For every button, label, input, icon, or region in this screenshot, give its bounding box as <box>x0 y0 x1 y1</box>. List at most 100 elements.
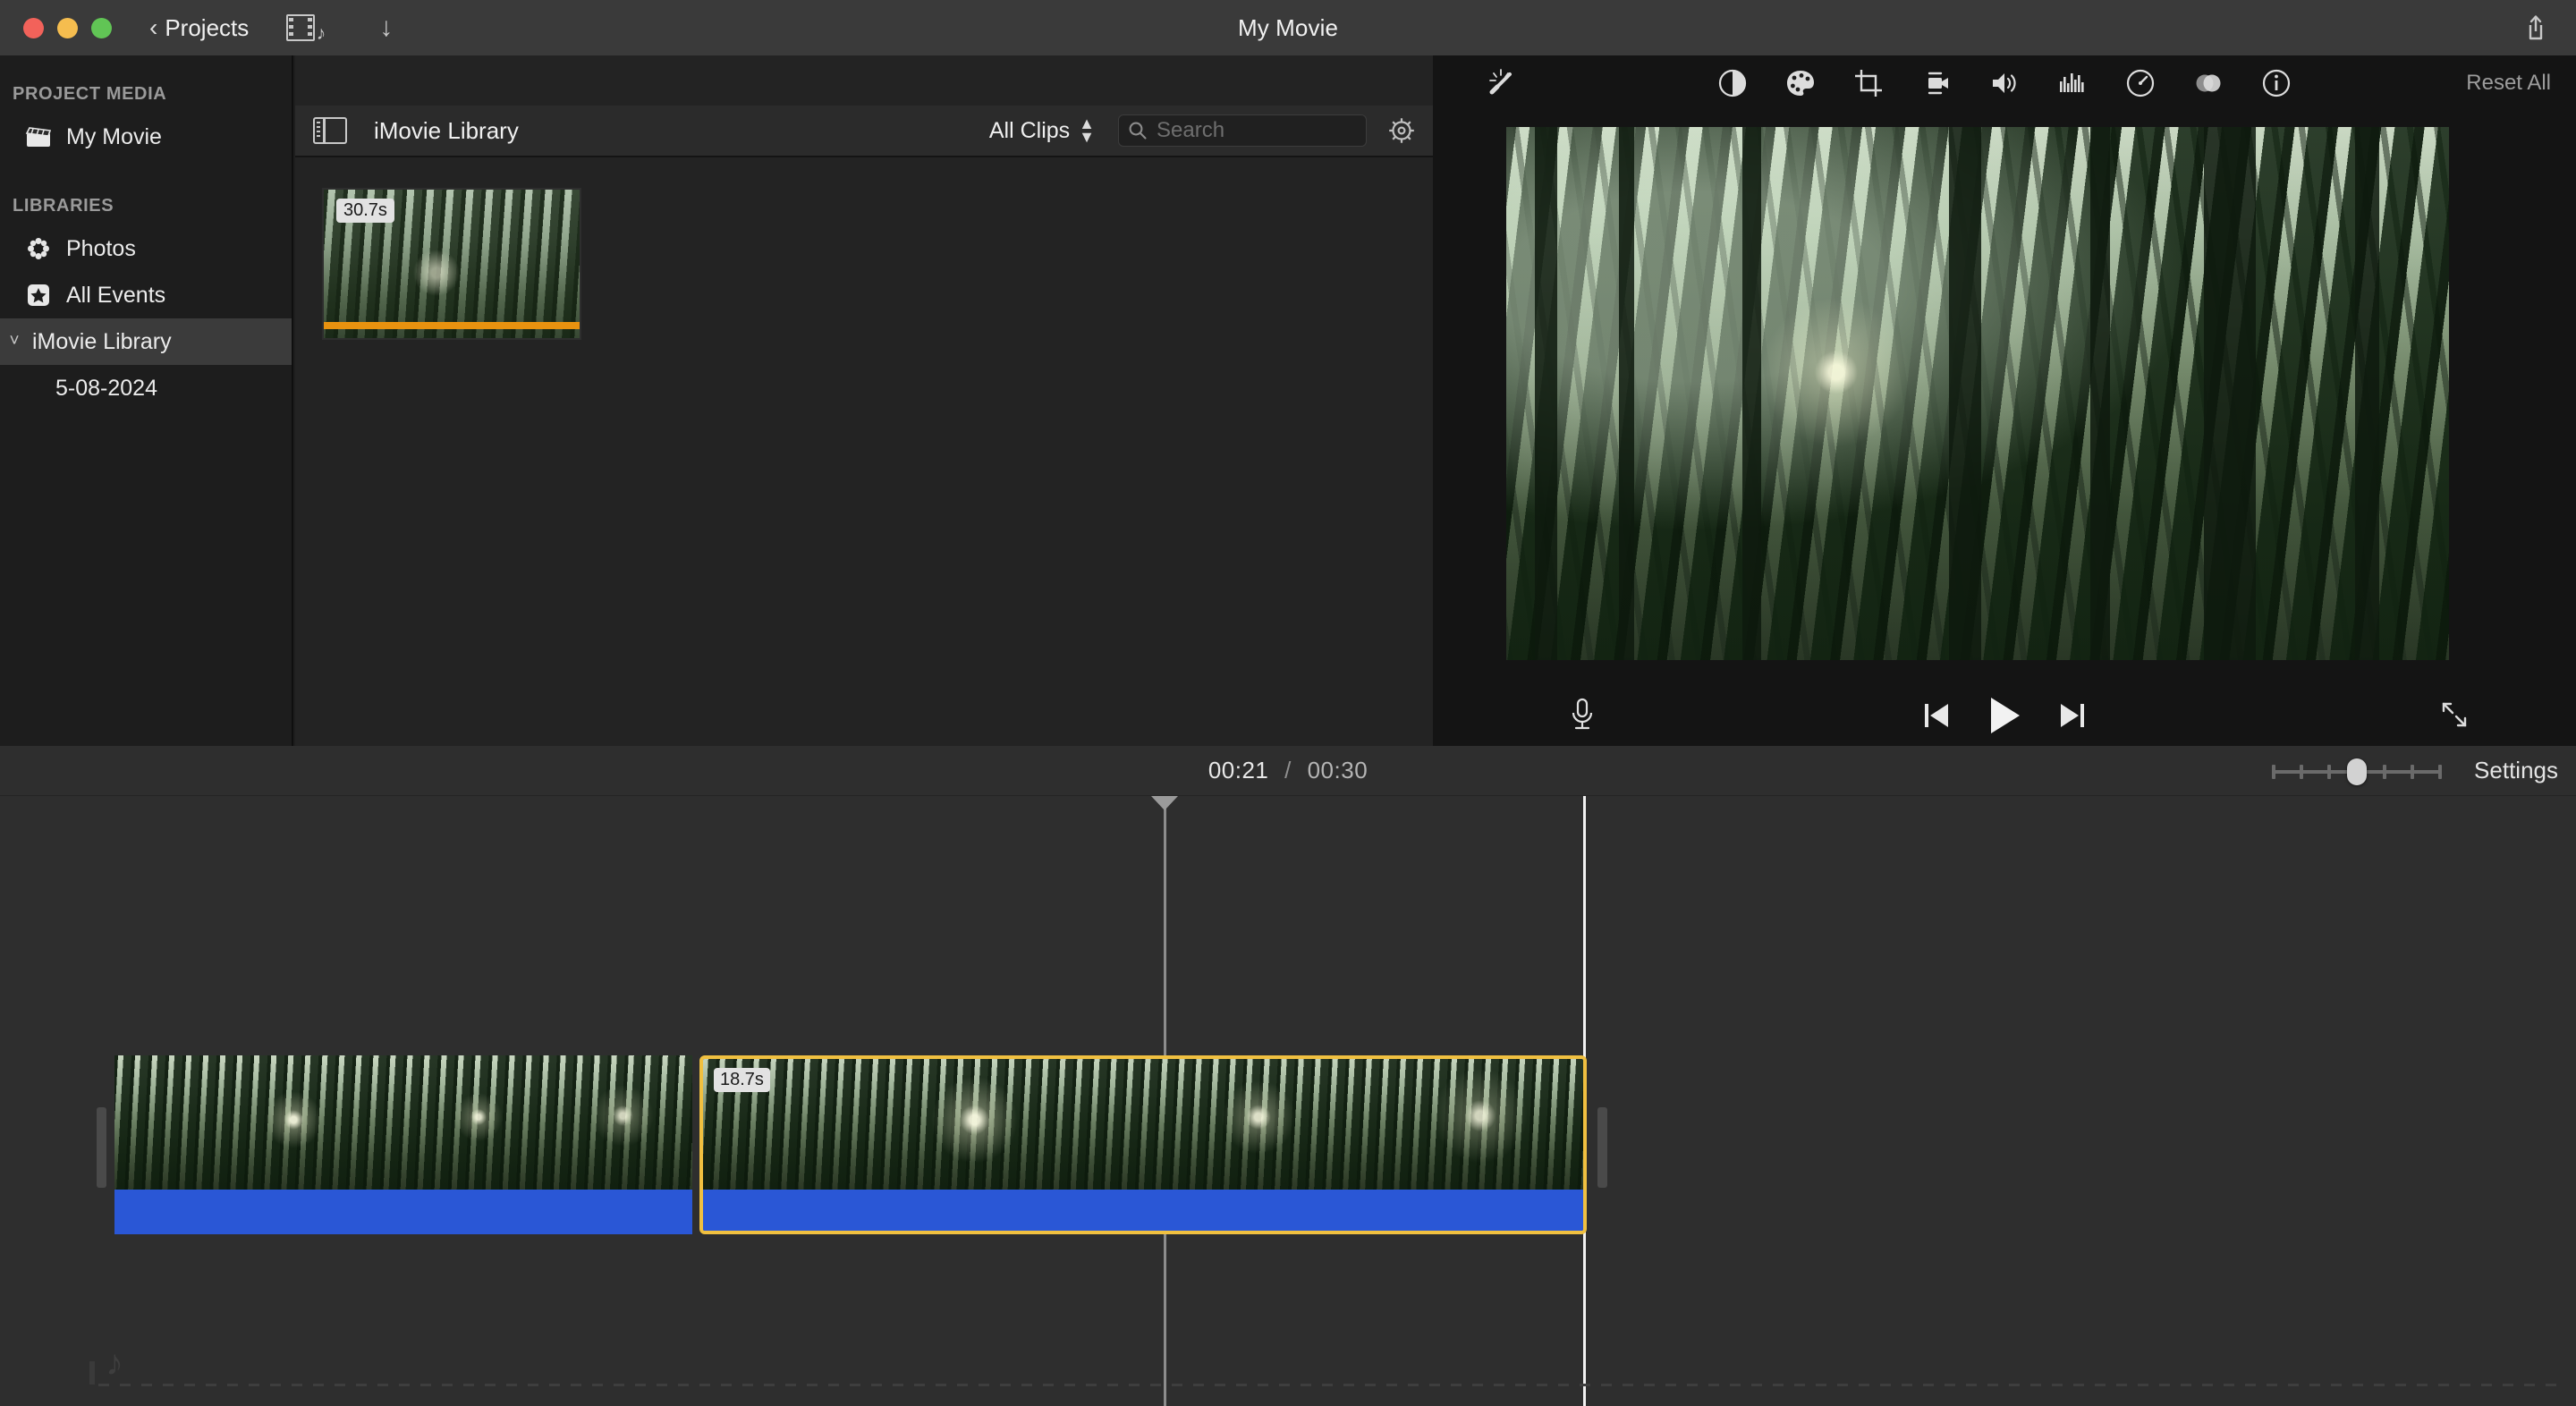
volume-icon[interactable] <box>1987 66 2021 100</box>
color-balance-icon[interactable] <box>1716 66 1750 100</box>
skip-next-button[interactable] <box>2057 699 2088 736</box>
imovie-window: ‹ Projects ♪ ↓ My Movie My Media Audio &… <box>0 0 2576 1406</box>
skip-next-icon <box>2061 704 2084 727</box>
adjustments-toolbar: Reset All <box>1433 55 2576 111</box>
timeline-right-handle[interactable] <box>1597 1107 1607 1188</box>
browser-content: 30.7s <box>295 157 1433 796</box>
total-time: 00:30 <box>1307 757 1368 783</box>
timeline-toolbar-right: Settings <box>2272 757 2558 785</box>
timecode-separator: / <box>1284 757 1292 783</box>
timeline-canvas[interactable]: 18.7s ♪ <box>0 796 2576 1406</box>
play-icon <box>1991 698 2020 733</box>
sidebar-section-project-media: PROJECT MEDIA <box>13 84 167 104</box>
music-note-icon: ♪ <box>106 1343 123 1383</box>
sidebar-item-label: All Events <box>66 282 166 308</box>
video-preview-frame[interactable] <box>1506 127 2449 660</box>
clip-used-marker <box>324 322 580 329</box>
sidebar-item-label: 5-08-2024 <box>55 375 157 401</box>
timeline-toolbar: 00:21 / 00:30 Settings <box>0 746 2576 796</box>
viewer-panel: Reset All <box>1433 55 2576 746</box>
up-down-chevron-icon: ▲ ▼ <box>1079 114 1095 146</box>
media-clip-thumbnail[interactable]: 30.7s <box>322 188 581 340</box>
title-bar: ‹ Projects ♪ ↓ My Movie <box>0 0 2576 55</box>
color-correction-palette-icon[interactable] <box>1784 66 1818 100</box>
search-input[interactable]: Search <box>1118 114 1367 147</box>
browser-toolbar-right: All Clips ▲ ▼ Search <box>989 114 1433 147</box>
sidebar-item-label: My Movie <box>66 123 162 149</box>
sidebar-item-all-events[interactable]: All Events <box>0 272 292 318</box>
sidebar-item-label: Photos <box>66 235 136 261</box>
zoom-slider-handle[interactable] <box>2347 758 2368 785</box>
media-browser: iMovie Library All Clips ▲ ▼ Search 30.7… <box>295 55 1433 796</box>
crop-icon[interactable] <box>1852 66 1885 100</box>
all-clips-dropdown[interactable]: All Clips ▲ ▼ <box>988 114 1095 146</box>
timeline-clip-filmstrip <box>114 1055 692 1190</box>
timeline-clip-audio-track <box>114 1190 692 1234</box>
timeline-clip-row: 18.7s <box>0 1055 2576 1241</box>
playback-buttons <box>1921 695 2088 741</box>
sidebar-item-photos[interactable]: Photos <box>0 225 292 272</box>
timeline-clip-2-selected[interactable]: 18.7s <box>699 1055 1587 1234</box>
sidebar-item-event-5-08-2024[interactable]: 5-08-2024 <box>0 365 292 411</box>
reset-all-button[interactable]: Reset All <box>2466 71 2551 96</box>
zoom-slider-tick <box>2438 764 2443 779</box>
search-placeholder: Search <box>1157 118 1225 142</box>
timeline-clip-duration-badge: 18.7s <box>714 1068 770 1092</box>
adjustment-tool-buttons <box>1716 66 2293 100</box>
sidebar-section-libraries: LIBRARIES <box>13 196 114 216</box>
magic-wand-icon[interactable] <box>1483 65 1519 101</box>
timeline-clip-filmstrip <box>703 1059 1583 1190</box>
zoom-slider-tick <box>2300 764 2304 779</box>
sidebar-item-my-movie[interactable]: My Movie <box>0 114 292 160</box>
timeline: 00:21 / 00:30 Settings 18.7s ♪ <box>0 746 2576 1406</box>
clip-filter-icon[interactable] <box>2191 66 2225 100</box>
sidebar-toggle-icon[interactable] <box>313 117 347 144</box>
speed-gauge-icon[interactable] <box>2123 66 2157 100</box>
gear-icon <box>1389 118 1414 143</box>
search-icon <box>1129 122 1147 140</box>
music-dropzone-bar <box>89 1361 95 1385</box>
disclosure-down-icon[interactable]: ˅ <box>5 332 23 352</box>
browser-title: iMovie Library <box>374 116 519 144</box>
info-icon[interactable] <box>2259 66 2293 100</box>
zoom-slider-tick <box>2411 764 2415 779</box>
timeline-settings-button[interactable]: Settings <box>2474 757 2558 784</box>
photos-flower-icon <box>23 235 54 262</box>
star-square-icon <box>23 282 54 309</box>
zoom-slider-tick <box>2327 764 2332 779</box>
playhead-triangle-icon <box>1151 796 1178 810</box>
window-title: My Movie <box>1237 13 1339 41</box>
zoom-slider-tick <box>2383 764 2387 779</box>
current-time: 00:21 <box>1208 757 1269 783</box>
clip-duration-badge: 30.7s <box>336 199 394 223</box>
sidebar: PROJECT MEDIA My Movie LIBRARIES Photos … <box>0 55 293 746</box>
fullscreen-button[interactable] <box>2438 699 2470 731</box>
music-dropzone[interactable]: ♪ <box>89 1343 2558 1386</box>
audio-equalizer-icon[interactable] <box>2055 66 2089 100</box>
zoom-slider-tick <box>2272 764 2276 779</box>
timeline-clip-audio-track <box>703 1190 1583 1231</box>
sidebar-item-imovie-library[interactable]: ˅ iMovie Library <box>0 318 292 365</box>
share-icon <box>2529 15 2543 40</box>
sidebar-item-label: iMovie Library <box>32 328 172 354</box>
music-dropzone-line <box>98 1384 2558 1386</box>
panels-row: PROJECT MEDIA My Movie LIBRARIES Photos … <box>0 55 2576 796</box>
browser-toolbar: iMovie Library All Clips ▲ ▼ Search <box>295 106 1433 157</box>
all-clips-label: All Clips <box>988 117 1071 143</box>
fullscreen-icon <box>2442 702 2467 727</box>
clapperboard-icon <box>23 123 54 150</box>
timecode-display: 00:21 / 00:30 <box>1208 757 1368 784</box>
browser-settings-button[interactable] <box>1386 115 1417 146</box>
timeline-zoom-slider[interactable] <box>2272 758 2443 785</box>
timeline-clip-1[interactable] <box>114 1055 692 1234</box>
video-preview-area <box>1433 111 2576 683</box>
skip-previous-button[interactable] <box>1921 699 1952 736</box>
play-button[interactable] <box>1986 695 2023 741</box>
transport-controls <box>1433 683 2576 746</box>
stabilization-camera-icon[interactable] <box>1919 66 1953 100</box>
share-button[interactable] <box>2521 13 2551 43</box>
timeline-left-handle[interactable] <box>97 1107 106 1188</box>
microphone-icon <box>1572 698 1593 730</box>
record-voiceover-button[interactable] <box>1567 697 1597 733</box>
skip-previous-icon <box>1925 704 1948 727</box>
